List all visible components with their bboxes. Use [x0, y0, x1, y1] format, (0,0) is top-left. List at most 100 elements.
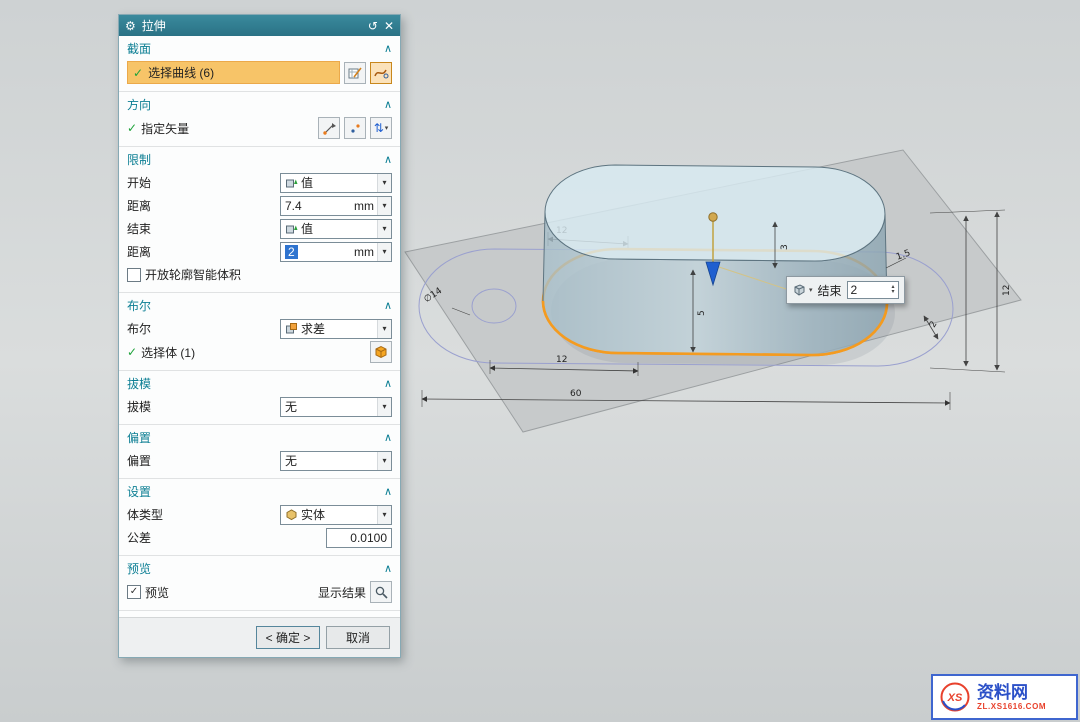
end-distance-onscreen-input[interactable]: 2 ▴ ▾: [847, 281, 899, 299]
dropdown-arrow-icon[interactable]: ▾: [377, 243, 391, 261]
onscreen-end-label: 结束: [818, 282, 842, 299]
value-icon: [285, 222, 298, 235]
dropdown-arrow-icon[interactable]: ▾: [377, 220, 391, 238]
offset-header-label: 偏置: [127, 429, 151, 446]
boolean-group-header[interactable]: 布尔 ∧: [127, 295, 392, 316]
preview-group-header[interactable]: 预览 ∧: [127, 558, 392, 579]
start-mode-dropdown[interactable]: 值 ▾: [280, 173, 392, 193]
chevron-up-icon[interactable]: ∧: [384, 299, 392, 312]
reset-icon[interactable]: ↺: [368, 20, 378, 32]
end-mode-dropdown[interactable]: 值 ▾: [280, 219, 392, 239]
select-curve-field[interactable]: ✓ 选择曲线 (6): [127, 61, 340, 84]
chevron-up-icon[interactable]: ∧: [384, 153, 392, 166]
limits-group: 限制 ∧ 开始 值 ▾ 距离 7.4 mm ▾ 结束: [119, 147, 400, 293]
limits-group-header[interactable]: 限制 ∧: [127, 149, 392, 170]
check-icon: ✓: [127, 121, 137, 135]
offset-label: 偏置: [127, 452, 276, 469]
handle-origin-ball[interactable]: [709, 213, 717, 221]
extrude-preview-body[interactable]: [543, 165, 887, 355]
direction-header-label: 方向: [127, 96, 151, 113]
settings-header-label: 设置: [127, 483, 151, 500]
dropdown-arrow-icon[interactable]: ▾: [377, 452, 391, 470]
end-distance-value[interactable]: 2: [285, 245, 298, 259]
curve-rule-button[interactable]: [370, 62, 392, 84]
chevron-up-icon[interactable]: ∧: [384, 42, 392, 55]
reverse-direction-button[interactable]: ⇅ ▾: [370, 117, 392, 139]
chevron-up-icon[interactable]: ∧: [384, 377, 392, 390]
ok-button[interactable]: < 确定 >: [256, 626, 320, 649]
end-distance-label: 距离: [127, 243, 276, 260]
point-dialog-button[interactable]: [344, 117, 366, 139]
stepper-arrows[interactable]: ▴ ▾: [892, 285, 895, 295]
watermark-logo-icon: XS: [939, 681, 971, 713]
draft-label: 拔模: [127, 398, 276, 415]
preview-label: 预览: [145, 584, 314, 601]
offset-dropdown[interactable]: 无 ▾: [280, 451, 392, 471]
dropdown-arrow-icon[interactable]: ▾: [377, 174, 391, 192]
end-distance-onscreen-value[interactable]: 2: [851, 283, 892, 297]
watermark[interactable]: XS 资料网 ZL.XS1616.COM: [931, 674, 1078, 720]
tolerance-input[interactable]: 0.0100: [326, 528, 392, 548]
subtract-icon: [285, 322, 298, 335]
section-header-label: 截面: [127, 40, 151, 57]
open-profile-label: 开放轮廓智能体积: [145, 266, 392, 283]
open-profile-checkbox[interactable]: [127, 268, 141, 282]
vector-constructor-button[interactable]: [318, 117, 340, 139]
dropdown-arrow-icon[interactable]: ▾: [377, 506, 391, 524]
start-distance-input[interactable]: 7.4 mm ▾: [280, 196, 392, 216]
onscreen-input-toolbar[interactable]: ▾ 结束 2 ▴ ▾: [786, 276, 905, 304]
onscreen-option-dropdown[interactable]: ▾: [792, 283, 813, 297]
dimension-label: 12: [1002, 285, 1012, 296]
cancel-button[interactable]: 取消: [326, 626, 390, 649]
dropdown-arrow-icon[interactable]: ▾: [385, 124, 389, 132]
gear-icon[interactable]: ⚙: [125, 20, 136, 32]
preview-checkbox[interactable]: ✓: [127, 585, 141, 599]
solid-icon: [285, 508, 298, 521]
body-type-label: 体类型: [127, 506, 276, 523]
tolerance-value[interactable]: 0.0100: [350, 531, 387, 545]
vector-icon: [322, 121, 337, 136]
settings-group-header[interactable]: 设置 ∧: [127, 481, 392, 502]
select-body-label[interactable]: 选择体 (1): [141, 344, 366, 361]
boolean-value: 求差: [301, 320, 374, 337]
specify-vector-label[interactable]: 指定矢量: [141, 120, 314, 137]
dimension-label: 3: [780, 244, 790, 250]
end-distance-input[interactable]: 2 mm ▾: [280, 242, 392, 262]
offset-group-header[interactable]: 偏置 ∧: [127, 427, 392, 448]
cube-icon: [792, 283, 807, 297]
boolean-dropdown[interactable]: 求差 ▾: [280, 319, 392, 339]
direction-group: 方向 ∧ ✓ 指定矢量 ⇅ ▾: [119, 92, 400, 147]
start-distance-value[interactable]: 7.4: [285, 199, 351, 213]
show-result-label: 显示结果: [318, 584, 366, 601]
start-distance-label: 距离: [127, 197, 276, 214]
spin-down-icon[interactable]: ▾: [892, 290, 895, 295]
offset-value: 无: [285, 452, 374, 469]
chevron-up-icon[interactable]: ∧: [384, 485, 392, 498]
dropdown-arrow-icon[interactable]: ▾: [377, 320, 391, 338]
dialog-titlebar[interactable]: ⚙ 拉伸 ↺ ✕: [119, 15, 400, 36]
draft-header-label: 拔模: [127, 375, 151, 392]
close-icon[interactable]: ✕: [384, 20, 394, 32]
boolean-header-label: 布尔: [127, 297, 151, 314]
show-result-button[interactable]: [370, 581, 392, 603]
chevron-up-icon[interactable]: ∧: [384, 98, 392, 111]
start-label: 开始: [127, 174, 276, 191]
dropdown-arrow-icon[interactable]: ▾: [377, 398, 391, 416]
selected-body-button[interactable]: [370, 341, 392, 363]
offset-group: 偏置 ∧ 偏置 无 ▾: [119, 425, 400, 479]
draft-dropdown[interactable]: 无 ▾: [280, 397, 392, 417]
dimension-label: 12: [556, 355, 567, 365]
dropdown-arrow-icon[interactable]: ▾: [809, 286, 813, 294]
end-distance-unit: mm: [354, 245, 374, 259]
direction-group-header[interactable]: 方向 ∧: [127, 94, 392, 115]
sketch-section-button[interactable]: [344, 62, 366, 84]
start-mode-value: 值: [301, 174, 374, 191]
dropdown-arrow-icon[interactable]: ▾: [377, 197, 391, 215]
updown-arrow-icon: ⇅: [374, 121, 384, 135]
dimension-label: 5: [697, 310, 707, 316]
chevron-up-icon[interactable]: ∧: [384, 431, 392, 444]
section-group-header[interactable]: 截面 ∧: [127, 38, 392, 59]
draft-group-header[interactable]: 拔模 ∧: [127, 373, 392, 394]
body-type-dropdown[interactable]: 实体 ▾: [280, 505, 392, 525]
chevron-up-icon[interactable]: ∧: [384, 562, 392, 575]
